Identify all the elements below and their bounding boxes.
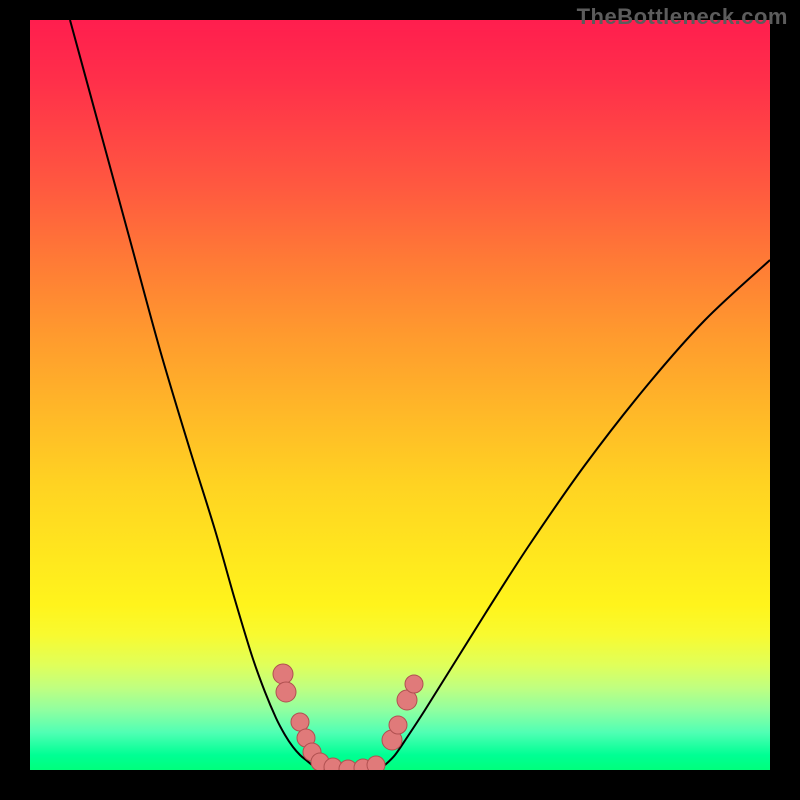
chart-svg <box>30 20 770 770</box>
data-marker <box>273 664 293 684</box>
data-marker <box>389 716 407 734</box>
curve-right <box>385 260 770 765</box>
data-marker <box>405 675 423 693</box>
data-marker <box>276 682 296 702</box>
curve-left <box>70 20 312 765</box>
data-marker <box>291 713 309 731</box>
plot-area <box>30 20 770 770</box>
watermark-text: TheBottleneck.com <box>577 4 788 30</box>
data-marker <box>367 756 385 770</box>
marker-group <box>273 664 423 770</box>
chart-frame: TheBottleneck.com <box>0 0 800 800</box>
